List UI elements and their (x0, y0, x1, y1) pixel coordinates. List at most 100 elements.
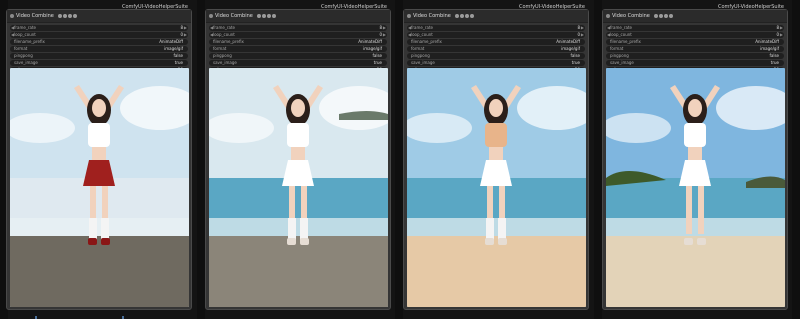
widget-label: pingpong (610, 53, 629, 58)
node-title: Video Combine (215, 13, 253, 19)
widget-value: 0 (776, 32, 779, 37)
canvas-gap (197, 0, 205, 319)
save-image-widget[interactable]: save_image true (407, 60, 585, 66)
badge-icon (272, 13, 277, 18)
badge-icon (669, 13, 674, 18)
frame-rate-widget[interactable]: ◀ ▶ frame_rate 8 (606, 25, 784, 31)
decrement-arrow-icon[interactable]: ◀ (11, 32, 14, 38)
video-preview (407, 68, 586, 307)
loop-count-widget[interactable]: ◀ ▶ loop_count 0 (209, 32, 387, 38)
decrement-arrow-icon[interactable]: ◀ (408, 25, 411, 31)
widget-label: save_image (610, 60, 634, 65)
preview-image (606, 68, 785, 307)
badge-icon (68, 13, 73, 18)
node-title-bar[interactable]: ComfyUI-VideoHelperSuite Video Combine (603, 4, 787, 23)
node-title: Video Combine (413, 13, 451, 19)
format-widget[interactable]: format image/gif (209, 46, 387, 52)
node-badges (455, 13, 475, 18)
widget-label: format (213, 46, 227, 51)
widget-value: image/gif (363, 46, 382, 51)
waist (688, 147, 702, 161)
node-suite-label: ComfyUI-VideoHelperSuite (121, 4, 188, 10)
increment-arrow-icon[interactable]: ▶ (184, 32, 187, 38)
increment-arrow-icon[interactable]: ▶ (383, 32, 386, 38)
increment-arrow-icon[interactable]: ▶ (780, 25, 783, 31)
format-widget[interactable]: format image/gif (10, 46, 188, 52)
shoe-right (101, 238, 110, 245)
badge-icon (465, 13, 470, 18)
badge-icon (664, 13, 669, 18)
canvas-gap (594, 0, 602, 319)
widget-label: save_image (14, 60, 38, 65)
top (485, 123, 507, 147)
save-image-widget[interactable]: save_image true (209, 60, 387, 66)
preview-image (10, 68, 189, 307)
sock-right (101, 218, 109, 240)
save-image-widget[interactable]: save_image true (10, 60, 188, 66)
widget-value: 8 (577, 25, 580, 30)
node-badges (58, 13, 78, 18)
decrement-arrow-icon[interactable]: ◀ (607, 32, 610, 38)
format-widget[interactable]: format image/gif (407, 46, 585, 52)
widget-label: filename_prefix (14, 39, 45, 44)
video-combine-node[interactable]: ComfyUI-VideoHelperSuite Video Combine ◀… (403, 4, 589, 310)
node-title-bar[interactable]: ComfyUI-VideoHelperSuite Video Combine (404, 4, 588, 23)
filename-prefix-widget[interactable]: filename_prefix AnimateDiff (606, 39, 784, 45)
frame-rate-widget[interactable]: ◀ ▶ frame_rate 8 (407, 25, 585, 31)
pingpong-widget[interactable]: pingpong false (209, 53, 387, 59)
ground (407, 236, 586, 307)
loop-count-widget[interactable]: ◀ ▶ loop_count 0 (407, 32, 585, 38)
decrement-arrow-icon[interactable]: ◀ (607, 25, 610, 31)
collapse-dot-icon[interactable] (407, 14, 411, 18)
video-combine-node[interactable]: ComfyUI-VideoHelperSuite Video Combine ◀… (205, 4, 391, 310)
ground (606, 236, 785, 307)
collapse-dot-icon[interactable] (606, 14, 610, 18)
loop-count-widget[interactable]: ◀ ▶ loop_count 0 (10, 32, 188, 38)
widget-value: 8 (776, 25, 779, 30)
frame-rate-widget[interactable]: ◀ ▶ frame_rate 8 (10, 25, 188, 31)
increment-arrow-icon[interactable]: ▶ (780, 32, 783, 38)
pingpong-widget[interactable]: pingpong false (407, 53, 585, 59)
widget-value: AnimateDiff (159, 39, 183, 44)
filename-prefix-widget[interactable]: filename_prefix AnimateDiff (10, 39, 188, 45)
filename-prefix-widget[interactable]: filename_prefix AnimateDiff (407, 39, 585, 45)
collapse-dot-icon[interactable] (209, 14, 213, 18)
video-combine-node[interactable]: ComfyUI-VideoHelperSuite Video Combine ◀… (6, 4, 192, 310)
widget-label: pingpong (213, 53, 232, 58)
decrement-arrow-icon[interactable]: ◀ (210, 25, 213, 31)
increment-arrow-icon[interactable]: ▶ (581, 25, 584, 31)
decrement-arrow-icon[interactable]: ◀ (210, 32, 213, 38)
decrement-arrow-icon[interactable]: ◀ (408, 32, 411, 38)
widget-value: 8 (180, 25, 183, 30)
node-badges (654, 13, 674, 18)
collapse-dot-icon[interactable] (10, 14, 14, 18)
frame-rate-widget[interactable]: ◀ ▶ frame_rate 8 (209, 25, 387, 31)
widget-label: filename_prefix (213, 39, 244, 44)
pingpong-widget[interactable]: pingpong false (10, 53, 188, 59)
video-preview (209, 68, 388, 307)
loop-count-widget[interactable]: ◀ ▶ loop_count 0 (606, 32, 784, 38)
increment-arrow-icon[interactable]: ▶ (581, 32, 584, 38)
widget-value: true (174, 60, 183, 65)
widget-value: true (571, 60, 580, 65)
canvas-gap (792, 0, 800, 319)
decrement-arrow-icon[interactable]: ◀ (11, 25, 14, 31)
sock-right (300, 218, 308, 240)
widget-label: format (14, 46, 28, 51)
format-widget[interactable]: format image/gif (606, 46, 784, 52)
ground (209, 236, 388, 307)
save-image-widget[interactable]: save_image true (606, 60, 784, 66)
surf (10, 218, 189, 238)
node-title: Video Combine (16, 13, 54, 19)
increment-arrow-icon[interactable]: ▶ (184, 25, 187, 31)
ground (10, 236, 189, 307)
node-title-bar[interactable]: ComfyUI-VideoHelperSuite Video Combine (206, 4, 390, 23)
node-title-bar[interactable]: ComfyUI-VideoHelperSuite Video Combine (7, 4, 191, 23)
filename-prefix-widget[interactable]: filename_prefix AnimateDiff (209, 39, 387, 45)
increment-arrow-icon[interactable]: ▶ (383, 25, 386, 31)
widget-label: format (411, 46, 425, 51)
surf (606, 218, 785, 238)
pingpong-widget[interactable]: pingpong false (606, 53, 784, 59)
badge-icon (659, 13, 664, 18)
video-combine-node[interactable]: ComfyUI-VideoHelperSuite Video Combine ◀… (602, 4, 788, 310)
